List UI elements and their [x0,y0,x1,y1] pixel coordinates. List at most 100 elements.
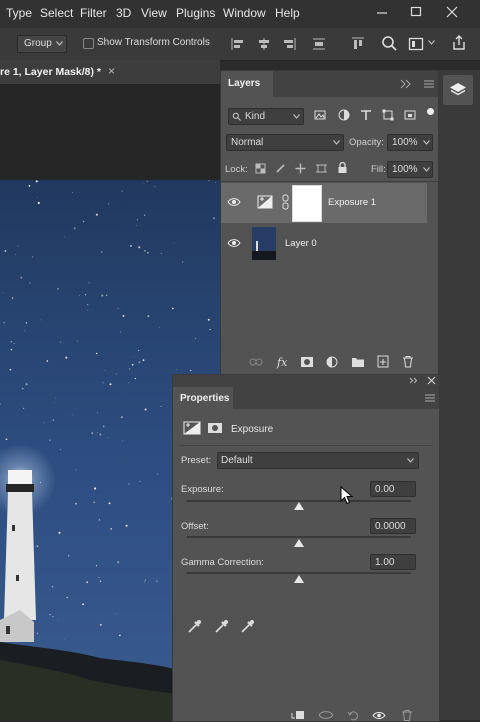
menu-type[interactable]: Type [6,6,32,20]
svg-text:fx: fx [276,356,288,369]
preset-dropdown[interactable]: Default [217,452,419,469]
offset-label: Offset: [181,521,209,532]
delete-layer-icon[interactable] [402,355,414,368]
link-layers-icon[interactable] [249,357,263,367]
filter-pixel-icon[interactable] [314,109,326,121]
menu-bar: Type Select Filter 3D View Plugins Windo… [0,0,480,28]
eye-icon[interactable] [227,238,241,248]
filter-toggle-icon[interactable] [427,108,434,115]
lock-transparent-icon[interactable] [255,163,266,174]
menu-select[interactable]: Select [40,6,73,20]
offset-input[interactable]: 0.0000 [370,518,416,534]
menu-window[interactable]: Window [223,6,266,20]
layer-row-layer0[interactable]: Layer 0 [221,224,427,264]
workspace-icon[interactable] [408,36,426,52]
fill-label: Fill: [371,164,386,175]
offset-slider-track[interactable] [187,536,411,538]
new-layer-icon[interactable] [377,355,389,368]
layers-panel: Layers Kind Normal Opacity: 100% Lock: F… [220,70,440,380]
exposure-adjustment-icon[interactable] [257,195,273,209]
show-transform-checkbox[interactable] [83,38,94,49]
gamma-correction-input[interactable]: 1.00 [370,554,416,570]
eye-icon[interactable] [227,197,241,207]
visibility-eye-icon[interactable] [372,711,386,720]
gamma-correction-value: 1.00 [375,557,395,568]
menu-view[interactable]: View [141,6,167,20]
collapse-panels-icon[interactable] [399,79,413,89]
minimize-icon[interactable] [372,4,392,20]
document-tab[interactable]: re 1, Layer Mask/8) * × [0,60,220,84]
fill-input[interactable]: 100% [387,161,433,178]
close-icon[interactable] [442,4,462,20]
new-adjustment-layer-icon[interactable] [326,356,338,368]
lock-all-icon[interactable] [337,162,348,174]
exposure-input[interactable]: 0.00 [370,481,416,497]
options-bar: Group Show Transform Controls [0,28,480,61]
layers-tab[interactable]: Layers [221,71,273,97]
delete-icon[interactable] [401,709,413,721]
gamma-slider-thumb[interactable] [294,575,304,583]
search-icon[interactable] [381,35,398,52]
share-icon[interactable] [450,34,468,52]
panel-menu-icon[interactable] [423,79,435,89]
maximize-icon[interactable] [406,4,426,20]
opacity-input[interactable]: 100% [387,134,433,151]
menu-plugins[interactable]: Plugins [176,6,215,20]
gamma-correction-label: Gamma Correction: [181,557,264,568]
panel-menu-icon[interactable] [425,394,435,402]
collapse-panels-icon[interactable] [409,377,419,384]
properties-panel-topbar [173,375,439,387]
filter-adjustment-icon[interactable] [338,109,350,121]
align-right-icon[interactable] [281,36,297,52]
reset-icon[interactable] [347,709,359,721]
filter-type-icon[interactable] [360,109,372,121]
lock-artboard-icon[interactable] [316,163,327,174]
exposure-value: 0.00 [375,484,395,495]
layer-name[interactable]: Exposure 1 [328,197,376,208]
align-left-icon[interactable] [230,36,246,52]
mask-icon[interactable] [207,422,223,434]
auto-select-dropdown[interactable]: Group [17,35,67,53]
layer-mask-thumbnail[interactable] [292,185,322,222]
exposure-slider-thumb[interactable] [294,502,304,510]
align-center-icon[interactable] [256,36,272,52]
chevron-down-icon [293,114,300,119]
filter-smart-object-icon[interactable] [404,109,416,121]
view-previous-state-icon[interactable] [318,710,334,720]
gamma-slider-track[interactable] [187,572,411,574]
fx-icon[interactable]: fx [276,355,290,369]
layer-row-exposure[interactable]: Exposure 1 [221,183,427,223]
gray-point-eyedropper-icon[interactable] [214,618,230,634]
add-mask-icon[interactable] [300,356,314,368]
chain-link-icon[interactable] [282,194,290,210]
canvas-background [0,84,220,180]
distribute-icon[interactable] [311,36,327,52]
panel-dock-strip [438,70,480,720]
opacity-value: 100% [392,137,418,148]
exposure-adjustment-icon[interactable] [183,421,201,435]
close-tab-icon[interactable]: × [108,64,115,78]
white-point-eyedropper-icon[interactable] [240,618,256,634]
offset-slider-thumb[interactable] [294,539,304,547]
fill-value: 100% [392,164,418,175]
clip-to-layer-icon[interactable] [291,710,305,720]
lock-position-icon[interactable] [295,163,306,174]
chevron-down-icon[interactable] [428,40,435,45]
layer-name[interactable]: Layer 0 [285,238,317,249]
properties-tab[interactable]: Properties [173,387,233,409]
blend-mode-dropdown[interactable]: Normal [226,134,344,151]
layer-filter-kind[interactable]: Kind [228,108,304,125]
preset-label: Preset: [181,455,212,466]
new-group-icon[interactable] [351,356,365,368]
filter-shape-icon[interactable] [382,109,394,121]
black-point-eyedropper-icon[interactable] [187,618,203,634]
layers-dock-button[interactable] [443,75,473,105]
menu-help[interactable]: Help [275,6,300,20]
close-icon[interactable] [427,376,436,385]
chevron-down-icon [423,167,430,172]
menu-filter[interactable]: Filter [80,6,107,20]
menu-3d[interactable]: 3D [116,6,131,20]
lock-pixels-icon[interactable] [275,163,286,174]
align-top-icon[interactable] [350,36,366,52]
layer-thumbnail[interactable] [252,227,276,260]
